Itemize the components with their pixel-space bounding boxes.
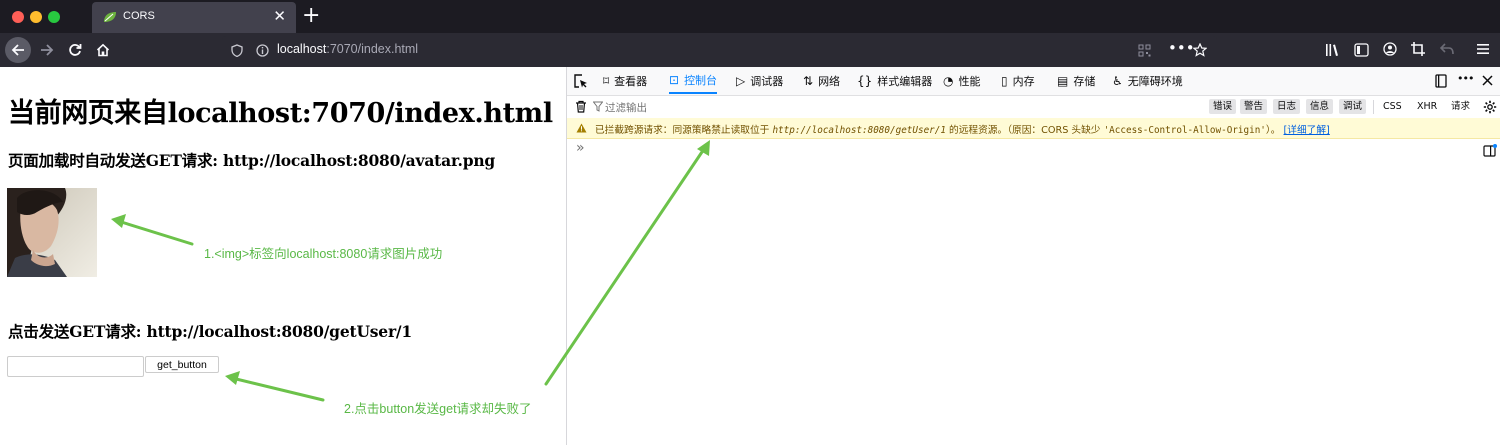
arrowhead-avatar (111, 214, 126, 228)
annotation-img-success: 1.<img>标签向localhost:8080请求图片成功 (204, 247, 443, 261)
annotation-arrows (111, 140, 710, 402)
annotation-button-fail: 2.点击button发送get请求却失败了 (344, 402, 532, 416)
arrowhead-button (225, 371, 240, 385)
arrowhead-warning (697, 140, 710, 156)
arrow-to-avatar (116, 219, 194, 246)
arrow-to-warning (544, 144, 708, 386)
arrow-to-button (230, 376, 325, 402)
